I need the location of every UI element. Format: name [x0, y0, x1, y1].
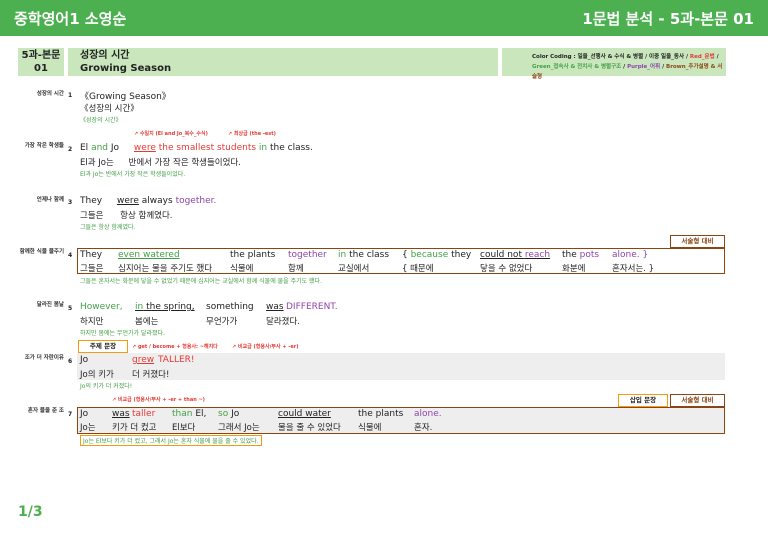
row-5-number: 5	[68, 305, 73, 312]
book-title: 중학영어1 소영순	[14, 10, 127, 28]
row-6-english: Jo grew TALLER!	[80, 355, 195, 365]
row-5-side-label: 달라진 봄날	[36, 302, 64, 308]
row-7-essay-tag: 서술형 대비	[670, 394, 725, 407]
row-6-number: 6	[68, 358, 73, 365]
row-1-english: 《Growing Season》	[80, 92, 171, 102]
lesson-title: 성장의 시간 Growing Season	[68, 48, 498, 76]
row-4-translation: 그들은 혼자서는 화분에 닿을 수 없었기 때문에 심지어는 교실에서 함께 식…	[80, 278, 322, 285]
row-2-translation: El과 Jo는 반에서 가장 작은 학생들이었다.	[80, 171, 186, 178]
section-title: 1문법 분석 - 5과-본문 01	[582, 10, 754, 28]
row-2-annotation-superlative: ↗ 최상급 (the -est)	[228, 131, 276, 137]
row-1-korean: 《성장의 시간》	[80, 104, 139, 114]
row-6-korean: Jo의 키가 더 커졌다!	[80, 370, 170, 380]
lesson-header-band: 5과-본문 01 성장의 시간 Growing Season Color Cod…	[18, 48, 726, 80]
row-6-annotation-become: ↗ get / become + 형용사: ~해지다	[132, 344, 218, 350]
row-7-annotation-comparative-than: ↗ 비교급 (형용사/부사 + -er + than ~)	[112, 397, 205, 403]
page-number: 1/3	[18, 504, 43, 520]
row-2-number: 2	[68, 146, 73, 153]
row-6-annotation-comparative: ↗ 비교급 (형용사/부사 + -er)	[232, 344, 299, 350]
color-coding-legend: Color Coding : 일율_선행사 & 수식 & 병렬 / 이중 일율_…	[502, 48, 726, 80]
top-header-bar: 중학영어1 소영순 1문법 분석 - 5과-본문 01	[0, 0, 768, 36]
row-3-korean: 그들은 항상 함께였다.	[80, 211, 173, 221]
row-3-translation: 그들은 항상 함께였다.	[80, 224, 136, 231]
row-7-number: 7	[68, 411, 73, 418]
row-5-english: However, in the spring, something was DI…	[80, 302, 338, 312]
row-7-english: Jo was taller than El, so Jo could water…	[80, 409, 442, 419]
row-6-translation: Jo의 키가 더 커졌다!	[80, 383, 133, 390]
row-3-english: They were always together.	[80, 196, 217, 206]
row-1-translation: 《성장의 시간》	[80, 117, 122, 124]
row-2-korean: El과 Jo는 반에서 가장 작은 학생들이었다.	[80, 158, 241, 168]
row-4-korean: 그들은 심지어는 물을 주기도 했다 식물에 함께 교실에서 { 때문에 닿을 …	[80, 264, 655, 274]
row-1-side-label: 성장의 시간	[36, 91, 64, 97]
row-6-side-label: 조가 더 자란이유	[24, 355, 64, 361]
row-4-number: 4	[68, 252, 73, 259]
row-7-translation: Jo는 El보다 키가 더 컸고, 그래서 Jo는 혼자 식물에 물을 줄 수 …	[80, 435, 262, 446]
row-3-number: 3	[68, 199, 73, 206]
row-2-english: El and Jo were the smallest students in …	[80, 143, 313, 153]
row-2-annotation-agreement: ↗ 수일치 (El and Jo_복수_수식)	[134, 131, 208, 137]
row-3-side-label: 언제나 함께	[36, 197, 64, 203]
row-6-topic-tag: 주제 문장	[78, 340, 128, 353]
row-2-side-label: 가장 작은 학생들	[24, 143, 64, 149]
row-7-side-label: 혼자 물을 준 조	[27, 408, 64, 414]
row-4-english: They even watered the plants together in…	[80, 250, 649, 260]
row-7-korean: Jo는 키가 더 컸고 El보다 그래서 Jo는 물을 줄 수 있었다 식물에 …	[80, 423, 433, 433]
row-7-insert-tag: 삽입 문장	[618, 394, 668, 407]
lesson-number: 5과-본문 01	[18, 48, 64, 76]
row-4-essay-tag: 서술형 대비	[670, 235, 725, 248]
row-4-side-label: 함께한 식물 물주기	[19, 249, 64, 255]
row-5-korean: 하지만 봄에는 무언가가 달라졌다.	[80, 317, 300, 327]
row-1-number: 1	[68, 92, 73, 99]
row-5-translation: 하지만 봄에는 무언가가 달라졌다.	[80, 330, 165, 337]
